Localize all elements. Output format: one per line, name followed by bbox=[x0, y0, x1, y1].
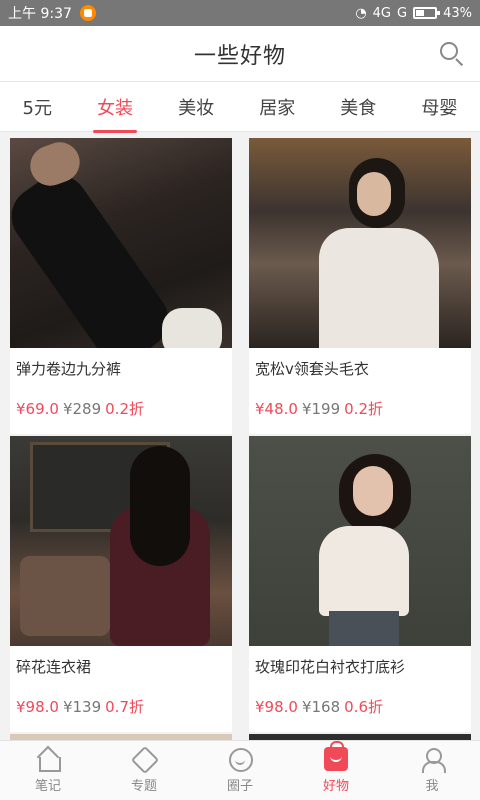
battery-percent: 43% bbox=[443, 5, 472, 21]
bottom-nav: 笔记 专题 圈子 好物 我 bbox=[0, 740, 480, 800]
product-discount: 0.6折 bbox=[344, 698, 383, 716]
tab-womens-clothing[interactable]: 女装 bbox=[93, 84, 138, 133]
product-price: ¥69.0 bbox=[16, 400, 59, 418]
nav-topics[interactable]: 专题 bbox=[96, 741, 192, 800]
app-header: 一些好物 bbox=[0, 26, 480, 82]
product-price: ¥48.0 bbox=[255, 400, 298, 418]
product-card[interactable]: 宽松v领套头毛衣 ¥48.0 ¥199 0.2折 bbox=[249, 138, 471, 434]
product-original-price: ¥199 bbox=[301, 400, 341, 418]
category-tabs: 5元 女装 美妆 居家 美食 母婴 bbox=[0, 82, 480, 133]
page-title: 一些好物 bbox=[193, 43, 286, 69]
product-prices: ¥69.0 ¥289 0.2折 bbox=[10, 384, 232, 434]
product-price: ¥98.0 bbox=[16, 698, 59, 716]
product-prices: ¥48.0 ¥199 0.2折 bbox=[249, 384, 471, 434]
product-prices: ¥98.0 ¥139 0.7折 bbox=[10, 682, 232, 732]
home-icon bbox=[36, 747, 61, 772]
nav-label: 专题 bbox=[130, 779, 157, 794]
product-name: 玫瑰印花白衬衣打底衫 bbox=[255, 658, 406, 676]
nav-label: 我 bbox=[425, 779, 439, 794]
product-name: 弹力卷边九分裤 bbox=[16, 360, 122, 378]
product-image[interactable] bbox=[10, 138, 232, 348]
product-name: 碎花连衣裙 bbox=[16, 658, 92, 676]
nav-circles[interactable]: 圈子 bbox=[192, 741, 288, 800]
nav-me[interactable]: 我 bbox=[384, 741, 480, 800]
product-image[interactable] bbox=[249, 436, 471, 646]
tab-makeup[interactable]: 美妆 bbox=[174, 84, 218, 130]
notification-icon bbox=[79, 5, 96, 21]
product-card[interactable]: 弹力卷边九分裤 ¥69.0 ¥289 0.2折 bbox=[10, 138, 232, 434]
product-discount: 0.2折 bbox=[105, 400, 144, 418]
nav-label: 好物 bbox=[322, 779, 349, 794]
nav-goods[interactable]: 好物 bbox=[288, 741, 384, 800]
product-price: ¥98.0 bbox=[255, 698, 298, 716]
product-original-price: ¥289 bbox=[62, 400, 102, 418]
face-icon bbox=[228, 747, 253, 772]
status-bar: 上午 9:37 ◔ 4G G 43% bbox=[0, 0, 480, 26]
wifi-icon: ◔ bbox=[355, 5, 367, 21]
product-image[interactable] bbox=[10, 436, 232, 646]
bag-icon bbox=[324, 741, 348, 771]
product-original-price: ¥139 bbox=[62, 698, 102, 716]
tab-5yuan[interactable]: 5元 bbox=[19, 84, 56, 130]
tab-home[interactable]: 居家 bbox=[255, 84, 299, 130]
tag-icon bbox=[132, 747, 156, 771]
tab-mother-baby[interactable]: 母婴 bbox=[417, 84, 461, 130]
nav-label: 圈子 bbox=[226, 779, 253, 794]
product-prices: ¥98.0 ¥168 0.6折 bbox=[249, 682, 471, 732]
network-g: G bbox=[397, 5, 408, 21]
product-original-price: ¥168 bbox=[301, 698, 341, 716]
user-icon bbox=[420, 747, 446, 773]
product-grid: 弹力卷边九分裤 ¥69.0 ¥289 0.2折 宽松v领套头毛衣 ¥48.0 ¥199… bbox=[0, 132, 480, 740]
product-discount: 0.7折 bbox=[105, 698, 144, 716]
product-name: 宽松v领套头毛衣 bbox=[255, 360, 369, 378]
battery-icon bbox=[413, 7, 441, 19]
tab-food[interactable]: 美食 bbox=[336, 84, 380, 130]
nav-label: 笔记 bbox=[34, 779, 61, 794]
status-time: 上午 9:37 bbox=[8, 6, 72, 22]
product-discount: 0.2折 bbox=[344, 400, 383, 418]
network-type: 4G bbox=[372, 5, 392, 21]
product-image[interactable] bbox=[249, 138, 471, 348]
nav-notes[interactable]: 笔记 bbox=[0, 741, 96, 800]
product-card[interactable]: 碎花连衣裙 ¥98.0 ¥139 0.7折 bbox=[10, 436, 232, 732]
search-icon[interactable] bbox=[438, 40, 466, 68]
product-card[interactable]: 玫瑰印花白衬衣打底衫 ¥98.0 ¥168 0.6折 bbox=[249, 436, 471, 732]
